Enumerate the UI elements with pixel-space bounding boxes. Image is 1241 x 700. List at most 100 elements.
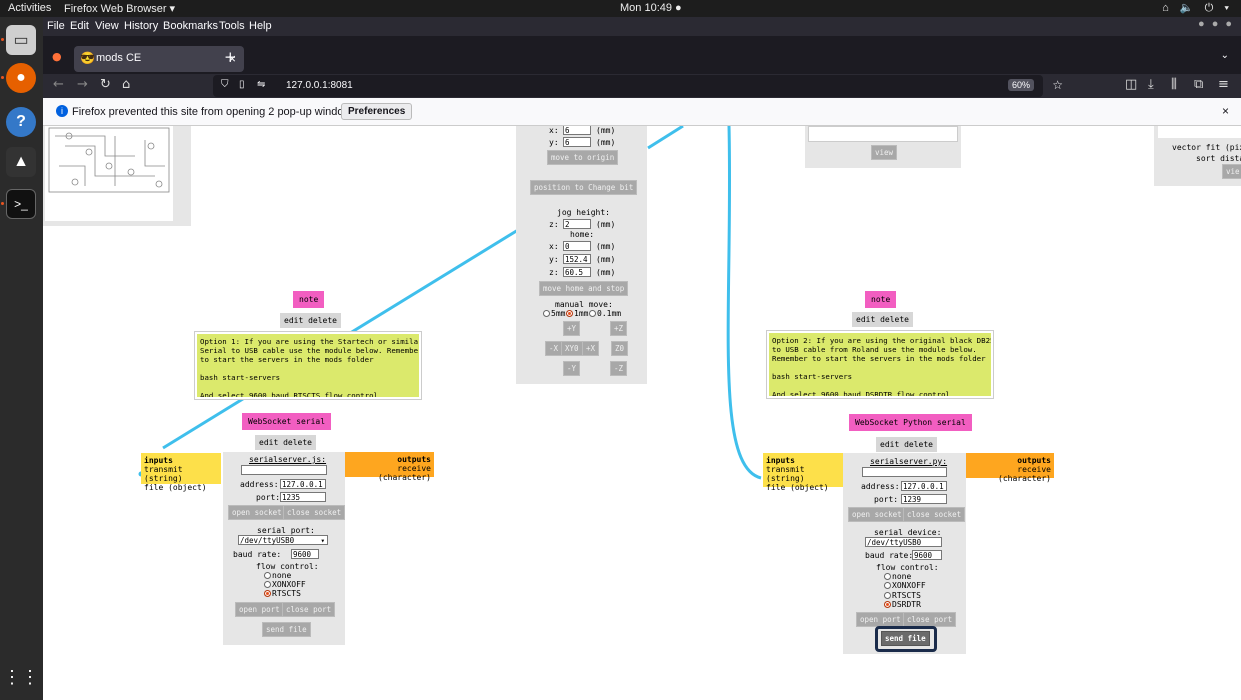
ws-python-edit-delete[interactable]: edit delete	[876, 437, 937, 452]
jog-z-input[interactable]: 2	[563, 219, 591, 229]
list-tabs-icon[interactable]: ⌄	[1221, 50, 1229, 61]
output-receive[interactable]: receive (character)	[348, 464, 431, 482]
flow-rtscts-option[interactable]: RTSCTS	[264, 589, 301, 598]
pcb-preview-image[interactable]	[45, 126, 173, 221]
new-tab-button[interactable]: +	[224, 48, 237, 66]
home-icon[interactable]: ⌂	[122, 77, 130, 92]
right-note-text[interactable]: Option 2: If you are using the original …	[766, 330, 994, 399]
radio-none[interactable]	[884, 573, 891, 580]
url-bar[interactable]: ⛉ ▯ ⇋ 127.0.0.1:8081 60% ☆	[213, 75, 1063, 97]
baud-rate-input[interactable]: 9600	[291, 549, 319, 559]
view-button[interactable]: view	[871, 145, 898, 160]
menu-help[interactable]: Help	[249, 20, 272, 32]
delete-button[interactable]: delete	[308, 316, 337, 325]
radio-rtscts[interactable]	[264, 590, 271, 597]
step-0-1mm-option[interactable]: 0.1mm	[589, 309, 621, 318]
close-port-button[interactable]: close port	[282, 602, 336, 617]
terminal-icon[interactable]: >_	[6, 189, 36, 219]
radio-none[interactable]	[264, 572, 271, 579]
open-port-button[interactable]: open port	[235, 602, 284, 617]
baud-rate-input[interactable]: 9600	[912, 550, 942, 560]
jog-minus-z-button[interactable]: -Z	[610, 361, 628, 376]
ws-python-inputs[interactable]: inputs transmit (string) file (object)	[763, 453, 843, 492]
serial-port-select[interactable]: /dev/ttyUSB0 ▾	[238, 535, 328, 545]
radio-xonxoff[interactable]	[884, 582, 891, 589]
edit-button[interactable]: edit	[259, 438, 278, 447]
shield-icon[interactable]: ⛉	[221, 79, 229, 90]
right-note-edit-delete[interactable]: edit delete	[852, 312, 913, 327]
downloads-icon[interactable]: ⤓	[1148, 77, 1154, 92]
menu-view[interactable]: View	[95, 20, 119, 32]
preferences-button[interactable]: Preferences	[341, 103, 413, 120]
jog-minus-x-button[interactable]: -X	[545, 341, 563, 356]
send-file-button[interactable]: send file	[262, 622, 311, 637]
flow-rtscts-option[interactable]: RTSCTS	[884, 591, 921, 600]
delete-button[interactable]: delete	[283, 438, 312, 447]
wire[interactable]	[726, 126, 762, 480]
flow-none-option[interactable]: none	[884, 572, 911, 581]
radio-0-1mm[interactable]	[589, 310, 596, 317]
move-home-stop-button[interactable]: move home and stop	[539, 281, 629, 296]
jog-plus-z-button[interactable]: +Z	[610, 321, 628, 336]
tab-mods-ce[interactable]: 😎 mods CE ×	[74, 46, 244, 72]
right-note-title[interactable]: note	[865, 291, 897, 308]
close-socket-button[interactable]: close socket	[283, 505, 346, 520]
delete-button[interactable]: delete	[904, 440, 933, 449]
ws-serial-inputs[interactable]: inputs transmit (string) file (object)	[141, 453, 221, 492]
origin-x-input[interactable]: 6	[563, 126, 591, 135]
hamburger-menu-icon[interactable]: ≡	[1218, 77, 1229, 92]
menu-edit[interactable]: Edit	[70, 20, 89, 32]
step-1mm-option[interactable]: 1mm	[566, 309, 588, 318]
close-icon[interactable]: ×	[1222, 104, 1229, 118]
jog-plus-y-button[interactable]: +Y	[563, 321, 581, 336]
edit-button[interactable]: edit	[284, 316, 303, 325]
jog-plus-x-button[interactable]: +X	[582, 341, 600, 356]
firefox-icon[interactable]: ●	[6, 63, 36, 93]
input-transmit[interactable]: transmit (string)	[766, 465, 840, 483]
address-input[interactable]: 127.0.0.1	[901, 481, 947, 491]
move-to-origin-button[interactable]: move to origin	[547, 150, 619, 165]
ws-serial-outputs[interactable]: outputs receive (character)	[345, 452, 434, 482]
delete-button[interactable]: delete	[880, 315, 909, 324]
close-port-button[interactable]: close port	[903, 612, 957, 627]
inkscape-icon[interactable]: ▲	[6, 147, 36, 177]
status-field[interactable]	[241, 465, 327, 475]
left-note-title[interactable]: note	[293, 291, 325, 308]
edit-button[interactable]: edit	[880, 440, 899, 449]
flow-none-option[interactable]: none	[264, 571, 291, 580]
window-controls[interactable]: ● ● ●	[1198, 18, 1234, 30]
left-note-edit-delete[interactable]: edit delete	[280, 313, 341, 328]
input-file[interactable]: file (object)	[766, 483, 840, 492]
forward-icon[interactable]: →	[77, 77, 88, 92]
menu-tools[interactable]: Tools	[219, 20, 245, 32]
radio-rtscts[interactable]	[884, 592, 891, 599]
radio-5mm[interactable]	[543, 310, 550, 317]
close-socket-button[interactable]: close socket	[903, 507, 966, 522]
ws-serial-title[interactable]: WebSocket serial	[242, 413, 332, 430]
left-note-text[interactable]: Option 1: If you are using the Startech …	[194, 331, 422, 400]
library-icon[interactable]: ⫼	[1171, 77, 1177, 92]
connection-icon[interactable]: ⇋	[257, 79, 265, 90]
port-input[interactable]: 1239	[901, 494, 947, 504]
home-z-input[interactable]: 60.5	[563, 267, 591, 277]
address-input[interactable]: 127.0.0.1	[280, 479, 326, 489]
z0-button[interactable]: Z0	[611, 341, 629, 356]
output-receive[interactable]: receive (character)	[968, 465, 1051, 483]
view-button[interactable]: vie	[1222, 164, 1241, 179]
origin-y-input[interactable]: 6	[563, 137, 591, 147]
pocket-icon[interactable]: ◫	[1125, 77, 1137, 92]
input-transmit[interactable]: transmit (string)	[144, 465, 218, 483]
position-change-bit-button[interactable]: position to Change bit	[530, 180, 638, 195]
app-menu[interactable]: Firefox Web Browser ▾	[64, 2, 175, 15]
activities-button[interactable]: Activities	[8, 2, 51, 14]
show-apps-icon[interactable]: ⋮⋮	[3, 662, 39, 692]
radio-xonxoff[interactable]	[264, 581, 271, 588]
step-5mm-option[interactable]: 5mm	[543, 309, 565, 318]
back-icon[interactable]: ←	[53, 77, 64, 92]
firefox-view-icon[interactable]: ●	[52, 50, 62, 63]
serial-device-input[interactable]: /dev/ttyUSB0	[865, 537, 942, 547]
home-x-input[interactable]: 0	[563, 241, 591, 251]
open-socket-button[interactable]: open socket	[228, 505, 286, 520]
input-file[interactable]: file (object)	[144, 483, 218, 492]
ws-serial-edit-delete[interactable]: edit delete	[255, 435, 316, 450]
